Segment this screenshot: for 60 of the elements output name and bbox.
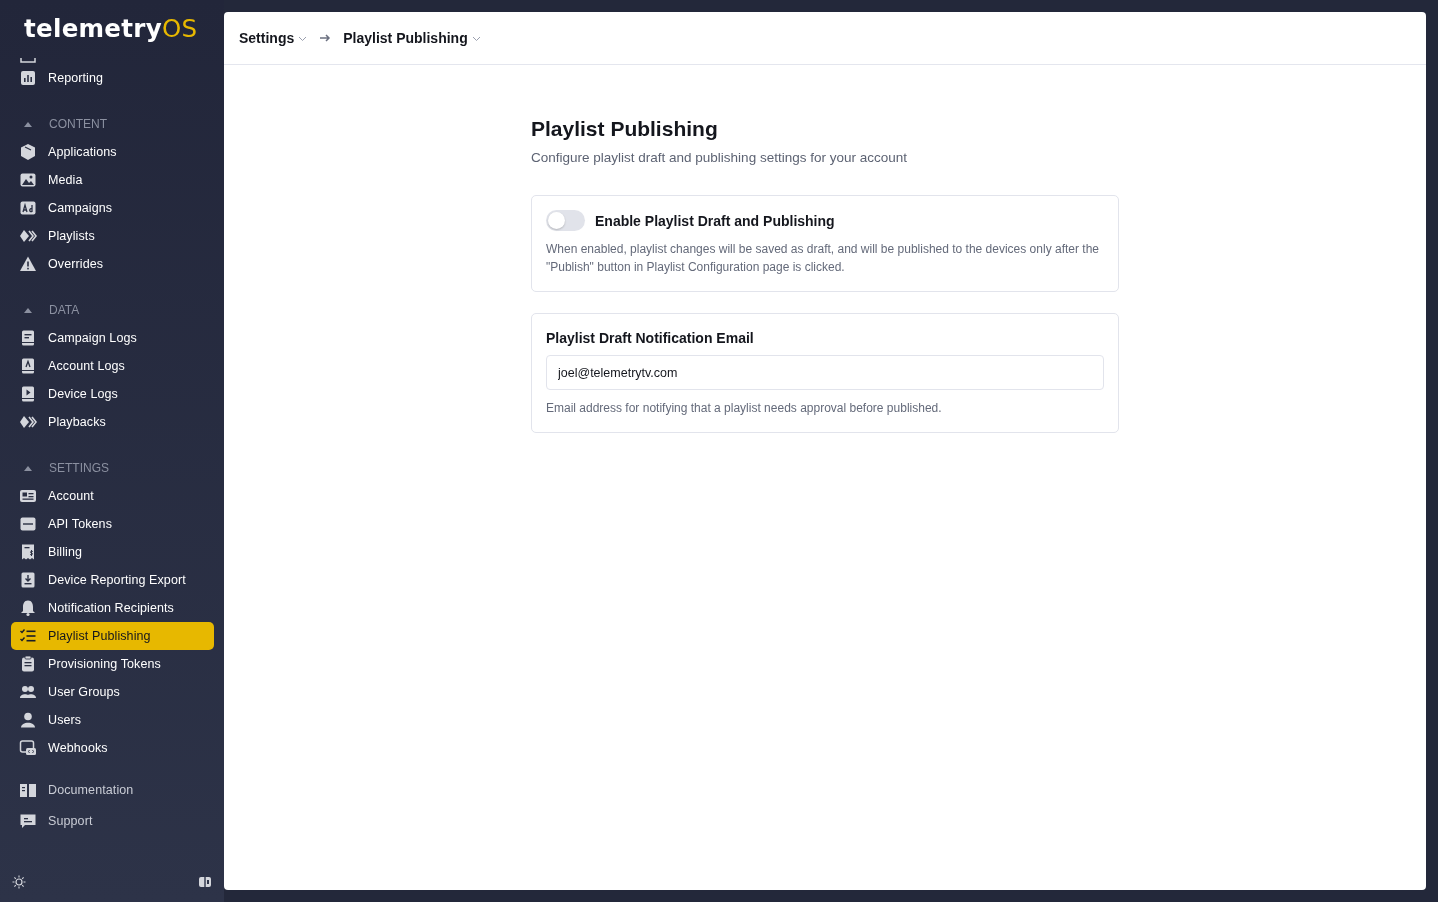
- email-field[interactable]: joel@telemetrytv.com: [546, 355, 1104, 390]
- breadcrumb-dropdown[interactable]: Playlist Publishing: [343, 30, 481, 46]
- section-heading: CONTENT: [49, 117, 107, 131]
- sidebar-item[interactable]: Playlists: [11, 222, 214, 250]
- page-subtitle: Configure playlist draft and publishing settings for your account: [531, 150, 908, 165]
- sidebar-item[interactable]: Account: [11, 482, 214, 510]
- ad-icon: [19, 199, 37, 217]
- sidebar-item[interactable]: Users: [11, 706, 214, 734]
- download-icon: [19, 571, 37, 589]
- box-icon: [19, 143, 37, 161]
- checklist-icon: [19, 627, 37, 645]
- sidebar-item[interactable]: Overrides: [11, 250, 214, 278]
- setting-description: When enabled, playlist changes will be saved as draft, and will be published to the devices only after the "Publish" button in Playlist Configuration page is clicked.: [546, 241, 1100, 276]
- sidebar-item[interactable]: Webhooks: [11, 734, 214, 762]
- toggle-label: Enable Playlist Draft and Publishing: [595, 212, 835, 229]
- id-card-icon: [19, 487, 37, 505]
- bar-chart-icon: [19, 69, 37, 87]
- browser-icon: [19, 739, 37, 757]
- sidebar-item[interactable]: Reporting: [11, 64, 214, 92]
- sidebar-link[interactable]: Support: [11, 807, 214, 835]
- sidebar-item[interactable]: Device Logs: [11, 380, 214, 408]
- document-icon: [19, 357, 37, 375]
- sidebar-item[interactable]: Billing: [11, 538, 214, 566]
- breadcrumb-dropdown[interactable]: Settings: [239, 30, 308, 46]
- arrow-icon: [319, 33, 332, 43]
- warning-icon: [19, 255, 37, 273]
- sidebar-item[interactable]: Provisioning Tokens: [11, 650, 214, 678]
- sidebar-item[interactable]: API Tokens: [11, 510, 214, 538]
- toggle-switch[interactable]: [546, 210, 585, 231]
- sun-icon[interactable]: [12, 875, 26, 889]
- section-heading: SETTINGS: [49, 461, 109, 475]
- sidebar-toggle-icon[interactable]: [198, 875, 212, 889]
- book-icon: [19, 781, 37, 799]
- sidebar-item[interactable]: Applications: [11, 138, 214, 166]
- sidebar-item[interactable]: Campaign Logs: [11, 324, 214, 352]
- sidebar-item[interactable]: User Groups: [11, 678, 214, 706]
- sidebar-item[interactable]: Media: [11, 166, 214, 194]
- field-label: Playlist Draft Notification Email: [546, 330, 755, 346]
- image-icon: [19, 171, 37, 189]
- sidebar-item[interactable]: Campaigns: [11, 194, 214, 222]
- user-icon: [19, 711, 37, 729]
- document-icon: [19, 329, 37, 347]
- receipt-icon: [19, 543, 37, 561]
- sidebar-item[interactable]: Playlist Publishing: [11, 622, 214, 650]
- field-help: Email address for notifying that a playlist needs approval before published.: [546, 400, 943, 417]
- sidebar-item[interactable]: Notification Recipients: [11, 594, 214, 622]
- clipboard-icon: [19, 655, 37, 673]
- page-title: Playlist Publishing: [531, 117, 719, 141]
- sidebar-item[interactable]: Device Reporting Export: [11, 566, 214, 594]
- menu-item-icon: [20, 58, 36, 64]
- bell-icon: [19, 599, 37, 617]
- users-icon: [19, 683, 37, 701]
- sidebar-item[interactable]: Account Logs: [11, 352, 214, 380]
- sidebar-link[interactable]: Documentation: [11, 776, 214, 804]
- sidebar-item[interactable]: Playbacks: [11, 408, 214, 436]
- api-icon: [19, 515, 37, 533]
- section-heading: DATA: [49, 303, 80, 317]
- chat-icon: [19, 812, 37, 830]
- logo: telemetryOS: [23, 13, 199, 45]
- document-icon: [19, 385, 37, 403]
